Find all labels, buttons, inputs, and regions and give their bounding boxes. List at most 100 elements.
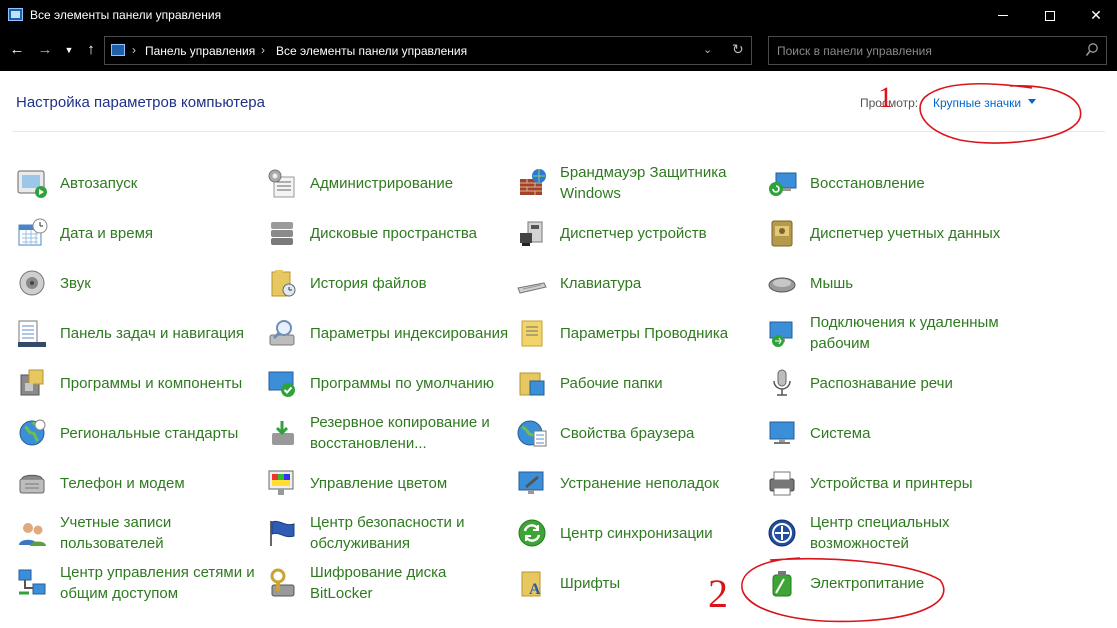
control-panel-item-label: Центр специальных возможностей [810,514,950,552]
control-panel-item[interactable]: Электропитание [766,558,1006,608]
control-panel-item[interactable]: Центр безопасности и обслуживания [266,508,506,558]
address-bar[interactable]: › Панель управления › Все элементы панел… [104,36,752,65]
close-button[interactable]: ✕ [1073,0,1117,31]
device-manager-icon [516,217,548,249]
date-time-icon [16,217,48,249]
control-panel-item-label: Дата и время [60,224,154,242]
view-by-label: Просмотр: [860,96,919,110]
work-folders-icon [516,367,548,399]
credential-manager-icon [766,217,798,249]
forward-button[interactable]: → [36,40,54,60]
minimize-button[interactable] [980,0,1026,31]
control-panel-icon [111,44,125,56]
control-panel-item[interactable]: Устройства и принтеры [766,458,1006,508]
admin-tools-icon [266,167,298,199]
control-panel-item-label: Устранение неполадок [560,474,719,492]
control-panel-item[interactable]: Диспетчер учетных данных [766,208,1006,258]
control-panel-item[interactable]: Параметры Проводника [516,308,756,358]
control-panel-item[interactable]: Восстановление [766,158,1006,208]
header-divider [12,131,1105,132]
maximize-icon [1045,10,1055,21]
firewall-icon [516,167,548,199]
control-panel-item[interactable]: Дисковые пространства [266,208,506,258]
fonts-icon: A [516,567,548,599]
chevron-down-icon [1028,99,1036,104]
control-panel-item[interactable]: Автозапуск [16,158,256,208]
breadcrumb-control-panel[interactable]: Панель управления [145,44,255,58]
control-panel-item-label: Резервное копирование и восстановлени... [310,414,490,452]
autoplay-icon [16,167,48,199]
control-panel-item[interactable]: Диспетчер устройств [516,208,756,258]
control-panel-item[interactable]: Управление цветом [266,458,506,508]
minimize-icon [998,15,1008,16]
control-panel-item[interactable]: Администрирование [266,158,506,208]
control-panel-item-label: Звук [60,274,91,292]
sound-icon [16,267,48,299]
control-panel-item-label: Центр безопасности и обслуживания [310,514,465,552]
control-panel-item-label: Брандмауэр Защитника Windows [560,164,727,202]
control-panel-item[interactable]: Центр управления сетями и общим доступом [16,558,256,608]
network-center-icon [16,567,48,599]
search-input[interactable] [770,38,1070,63]
control-panel-item[interactable]: Звук [16,258,256,308]
control-panel-item-label: Диспетчер устройств [560,224,707,242]
control-panel-item-label: Учетные записи пользователей [60,514,172,552]
control-panel-item[interactable]: Резервное копирование и восстановлени... [266,408,506,458]
address-dropdown-icon[interactable]: ⌄ [703,43,712,56]
view-by-highlight-ellipse [919,82,1082,144]
sync-center-icon [516,517,548,549]
control-panel-item[interactable]: Подключения к удаленным рабочим [766,308,1006,358]
control-panel-item-label: Устройства и принтеры [810,474,973,492]
maximize-button[interactable] [1027,0,1073,31]
control-panel-item[interactable]: Программы и компоненты [16,358,256,408]
control-panel-item[interactable]: Региональные стандарты [16,408,256,458]
indexing-icon [266,317,298,349]
control-panel-item-label: История файлов [310,274,427,292]
keyboard-icon [516,267,548,299]
control-panel-item-label: Центр синхронизации [560,524,713,542]
control-panel-item[interactable]: Мышь [766,258,1006,308]
search-box[interactable] [768,36,1107,65]
control-panel-item[interactable]: Устранение неполадок [516,458,756,508]
control-panel-item[interactable]: Программы по умолчанию [266,358,506,408]
breadcrumb-separator-icon: › [261,43,265,57]
breadcrumb-all-items[interactable]: Все элементы панели управления [276,44,467,58]
control-panel-item-label: Параметры индексирования [310,324,509,342]
control-panel-item-label: Система [810,424,871,442]
control-panel-item[interactable]: Система [766,408,1006,458]
control-panel-item[interactable]: Рабочие папки [516,358,756,408]
control-panel-item-label: Распознавание речи [810,374,953,392]
control-panel-item[interactable]: A Шрифты [516,558,756,608]
recent-locations-button[interactable]: ▼ [63,40,75,60]
back-button[interactable]: ← [8,40,26,60]
programs-icon [16,367,48,399]
control-panel-item-label: Центр управления сетями и общим доступом [60,564,255,602]
control-panel-item[interactable]: Распознавание речи [766,358,1006,408]
view-by-dropdown[interactable]: Крупные значки [933,96,1036,110]
control-panel-item[interactable]: Брандмауэр Защитника Windows [516,158,756,208]
control-panel-item[interactable]: Телефон и модем [16,458,256,508]
up-button[interactable]: ↑ [82,40,100,60]
control-panel-item[interactable]: Учетные записи пользователей [16,508,256,558]
view-by-value: Крупные значки [933,96,1022,110]
control-panel-item[interactable]: Шифрование диска BitLocker [266,558,506,608]
system-icon [766,417,798,449]
search-icon[interactable] [1085,42,1099,58]
troubleshooting-icon [516,467,548,499]
control-panel-item[interactable]: Дата и время [16,208,256,258]
control-panel-item[interactable]: Свойства браузера [516,408,756,458]
control-panel-item[interactable]: Панель задач и навигация [16,308,256,358]
refresh-icon[interactable]: ↻ [732,41,744,58]
control-panel-item[interactable]: Центр специальных возможностей [766,508,1006,558]
control-panel-item[interactable]: Параметры индексирования [266,308,508,358]
default-programs-icon [266,367,298,399]
page-title: Настройка параметров компьютера [16,94,265,111]
control-panel-item[interactable]: Клавиатура [516,258,756,308]
explorer-options-icon [516,317,548,349]
control-panel-item-label: Рабочие папки [560,374,663,392]
control-panel-item[interactable]: История файлов [266,258,506,308]
region-icon [16,417,48,449]
mouse-icon [766,267,798,299]
control-panel-item[interactable]: Центр синхронизации [516,508,756,558]
control-panel-item-label: Шифрование диска BitLocker [310,564,447,602]
